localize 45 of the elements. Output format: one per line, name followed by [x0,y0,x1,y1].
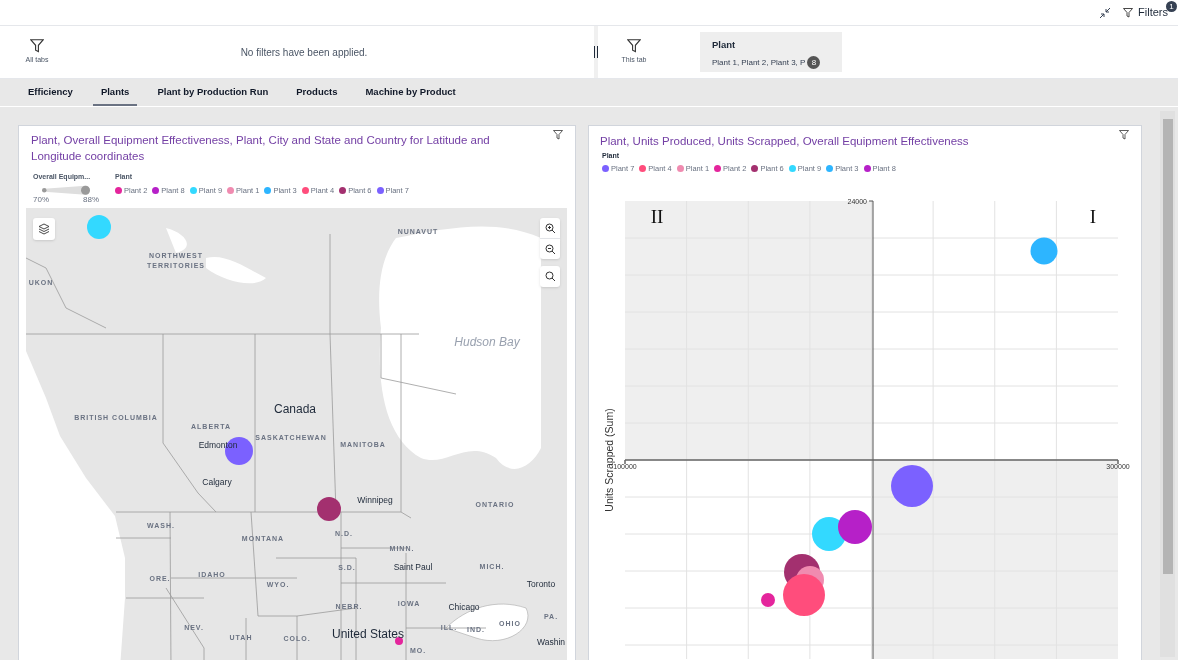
map-label: United States [332,626,404,643]
chip-title: Plant [712,38,737,52]
zoom-in-button[interactable] [540,218,560,239]
zoom-out-button[interactable] [540,239,560,259]
splitter-handle[interactable] [594,46,598,58]
legend-min-label: 70% [33,195,49,204]
zoom-out-icon [544,243,556,255]
map-label: Calgary [202,475,232,489]
map-label: Chicago [448,600,480,614]
chart-title: Plant, Units Produced, Units Scrapped, Overall Equipment Effectiveness [600,134,970,149]
filters-button[interactable]: Filters [1123,4,1168,21]
filter-icon[interactable] [30,38,44,53]
map-label: Toronto [526,577,556,591]
chip-values: Plant 1, Plant 2, Plant 3, P [712,56,806,69]
map-label: Canada [274,401,316,418]
search-icon [544,271,556,282]
axis-title: Units Scrapped (Sum) [603,408,615,512]
map-label: Winnipeg [357,493,393,507]
tab[interactable]: Machine by Product [357,80,464,106]
tab[interactable]: Plants [92,80,138,106]
chart-title: Plant, Overall Equipment Effectiveness, Plant, City and State and Country for Latitude and Longitude coordinates [31,133,491,164]
filter-icon [1123,7,1134,18]
empty-filters-message: No filters have been applied. [240,45,368,60]
collapse-icon[interactable] [1099,6,1112,19]
map-label: Saint Paul [393,560,433,574]
scrollbar-thumb[interactable] [1162,119,1173,574]
filter-icon[interactable] [627,38,641,53]
filter-icon[interactable] [553,130,563,140]
quadrant-label: I [1089,206,1097,227]
layers-button[interactable] [33,218,55,240]
zoom-in-icon [544,222,556,234]
search-button[interactable] [540,266,560,287]
layers-icon [38,223,50,235]
quadrant-label: II [650,206,664,227]
tab[interactable]: Plant by Production Run [149,80,277,106]
map-label: Washin [537,635,565,649]
filter-icon[interactable] [1119,130,1129,140]
map-label: Hudson Bay [454,334,520,351]
tab[interactable]: Efficiency [20,80,81,106]
filter-count-badge: 1 [1166,1,1177,12]
filter-chip[interactable]: Plant Plant 1, Plant 2, Plant 3, P 8 [700,32,842,72]
tab[interactable]: Products [288,80,346,106]
scrollbar[interactable] [1160,111,1175,657]
legend-max-label: 88% [83,195,99,204]
count-badge: 8 [807,56,821,70]
